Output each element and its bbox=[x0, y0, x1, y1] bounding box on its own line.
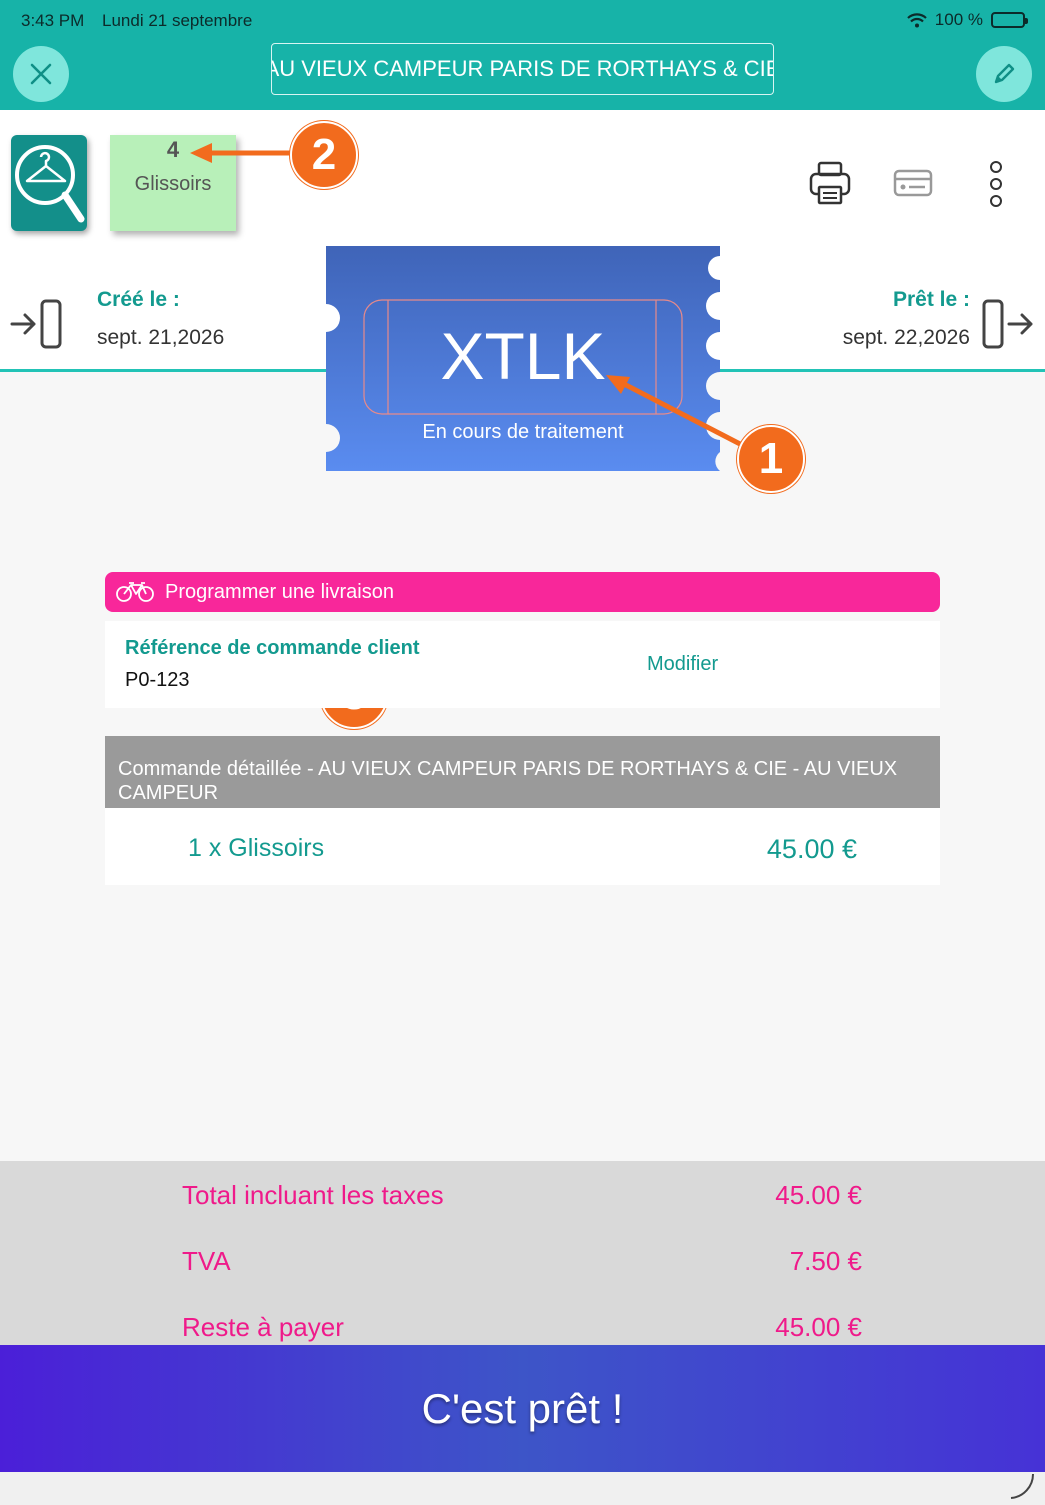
tva-value: 7.50 € bbox=[789, 1246, 862, 1276]
ready-button[interactable]: C'est prêt ! bbox=[0, 1345, 1045, 1472]
order-item-label: 1 x Glissoirs bbox=[188, 834, 325, 862]
reference-label: Référence de commande client bbox=[125, 637, 420, 659]
tva-label: TVA bbox=[182, 1246, 231, 1276]
total-label: Total incluant les taxes bbox=[182, 1180, 444, 1210]
callout-2: 2 bbox=[290, 121, 358, 189]
totals-panel: Total incluant les taxes 45.00 € TVA 7.5… bbox=[0, 1161, 1045, 1345]
order-line-item[interactable]: 1 x Glissoirs 45.00 € bbox=[105, 808, 940, 885]
resize-handle-icon bbox=[1010, 1473, 1035, 1499]
callout-1: 1 bbox=[737, 425, 805, 493]
schedule-delivery-label: Programmer une livraison bbox=[165, 580, 394, 603]
reference-value: P0-123 bbox=[125, 669, 190, 691]
schedule-delivery-button[interactable]: Programmer une livraison bbox=[105, 572, 940, 612]
rest-value: 45.00 € bbox=[775, 1312, 862, 1342]
order-detail-header: Commande détaillée - AU VIEUX CAMPEUR PA… bbox=[105, 736, 940, 808]
bicycle-icon bbox=[116, 582, 154, 602]
modify-reference-link[interactable]: Modifier bbox=[647, 653, 718, 676]
customer-reference-card: Référence de commande client P0-123 Modi… bbox=[105, 621, 940, 708]
bottom-strip bbox=[0, 1472, 1045, 1505]
rest-label: Reste à payer bbox=[182, 1312, 344, 1342]
total-value: 45.00 € bbox=[775, 1180, 862, 1210]
order-item-price: 45.00 € bbox=[766, 834, 857, 864]
